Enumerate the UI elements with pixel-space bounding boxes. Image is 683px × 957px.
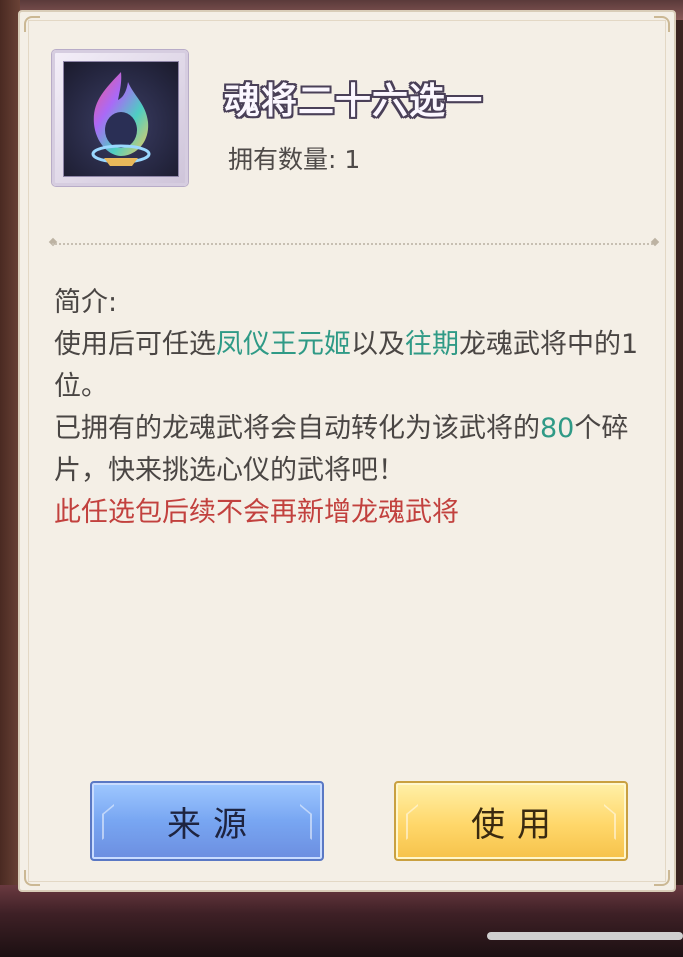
description-text: 使用后可任选凤仪王元姬以及往期龙魂武将中的1位。 已拥有的龙魂武将会自动转化为该… (54, 324, 644, 534)
chevron-left-icon (406, 803, 418, 841)
highlight-hero-name: 凤仪王元姬 (216, 329, 351, 360)
description-warning: 此任选包后续不会再新增龙魂武将 (54, 497, 459, 528)
item-icon-frame (52, 50, 188, 186)
corner-ornament (24, 870, 40, 886)
owned-count: 1 (344, 145, 361, 174)
highlight-past: 往期 (405, 329, 459, 360)
description-line-2: 已拥有的龙魂武将会自动转化为该武将的80个碎片，快来挑选心仪的武将吧！ (54, 413, 629, 486)
source-button-label: 来源 (167, 804, 259, 845)
use-button[interactable]: 使用 (394, 781, 628, 861)
soul-flame-icon (63, 61, 179, 177)
corner-ornament (654, 870, 670, 886)
divider (52, 243, 656, 245)
item-title: 魂将二十六选一 (224, 81, 484, 122)
background-left (0, 0, 20, 900)
corner-ornament (654, 16, 670, 32)
owned-quantity: 拥有数量: 1 (228, 140, 360, 176)
owned-label: 拥有数量: (228, 145, 337, 174)
source-button[interactable]: 来源 (90, 781, 324, 861)
background-bottom (0, 885, 683, 957)
chevron-right-icon (604, 803, 616, 841)
chevron-right-icon (300, 803, 312, 841)
chevron-left-icon (102, 803, 114, 841)
description-label: 简介: (54, 287, 118, 318)
description-line-1: 使用后可任选凤仪王元姬以及往期龙魂武将中的1位。 (54, 329, 639, 402)
corner-ornament (24, 16, 40, 32)
highlight-shard-count: 80 (540, 413, 575, 444)
home-indicator (487, 932, 683, 940)
use-button-label: 使用 (471, 804, 563, 845)
